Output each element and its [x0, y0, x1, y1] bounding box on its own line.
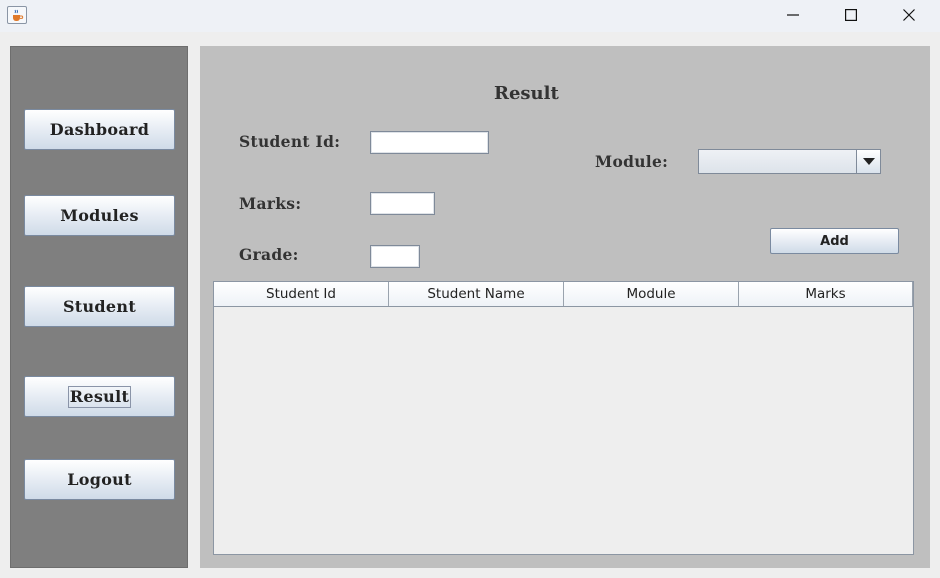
student-id-label: Student Id:	[239, 132, 341, 151]
column-header-module[interactable]: Module	[564, 282, 739, 306]
modules-button-label: Modules	[60, 206, 139, 225]
maximize-button[interactable]	[822, 0, 880, 30]
result-button-label: Result	[67, 385, 132, 408]
table-header: Student Id Student Name Module Marks	[214, 282, 913, 307]
maximize-icon	[845, 9, 857, 21]
logout-button-label: Logout	[67, 470, 132, 489]
marks-label: Marks:	[239, 194, 302, 213]
java-cup-icon[interactable]	[7, 6, 27, 24]
dropdown-arrow-button[interactable]	[856, 150, 880, 173]
close-icon	[903, 9, 915, 21]
dashboard-button[interactable]: Dashboard	[24, 109, 175, 150]
module-label: Module:	[595, 152, 669, 171]
minimize-button[interactable]	[764, 0, 822, 30]
chevron-down-icon	[862, 157, 875, 165]
grade-label: Grade:	[239, 245, 299, 264]
column-header-student-name[interactable]: Student Name	[389, 282, 564, 306]
column-header-marks[interactable]: Marks	[739, 282, 913, 306]
dashboard-button-label: Dashboard	[49, 120, 150, 139]
modules-button[interactable]: Modules	[24, 195, 175, 236]
student-button[interactable]: Student	[24, 286, 175, 327]
student-button-label: Student	[62, 297, 137, 316]
add-button-label: Add	[820, 233, 849, 249]
result-panel: Result Student Id: Marks: Grade: Module:…	[200, 46, 930, 568]
minimize-icon	[787, 14, 799, 16]
marks-input[interactable]	[370, 192, 435, 215]
grade-input[interactable]	[370, 245, 420, 268]
result-button[interactable]: Result	[24, 376, 175, 417]
logout-button[interactable]: Logout	[24, 459, 175, 500]
result-table[interactable]: Student Id Student Name Module Marks	[213, 281, 914, 555]
column-header-student-id[interactable]: Student Id	[214, 282, 389, 306]
title-bar	[0, 0, 940, 32]
table-body[interactable]	[214, 307, 913, 554]
page-title: Result	[494, 83, 559, 104]
close-button[interactable]	[880, 0, 938, 30]
add-button[interactable]: Add	[770, 228, 899, 254]
sidebar: Dashboard Modules Student Result Logout	[10, 46, 188, 568]
module-dropdown[interactable]	[698, 149, 881, 174]
student-id-input[interactable]	[370, 131, 489, 154]
